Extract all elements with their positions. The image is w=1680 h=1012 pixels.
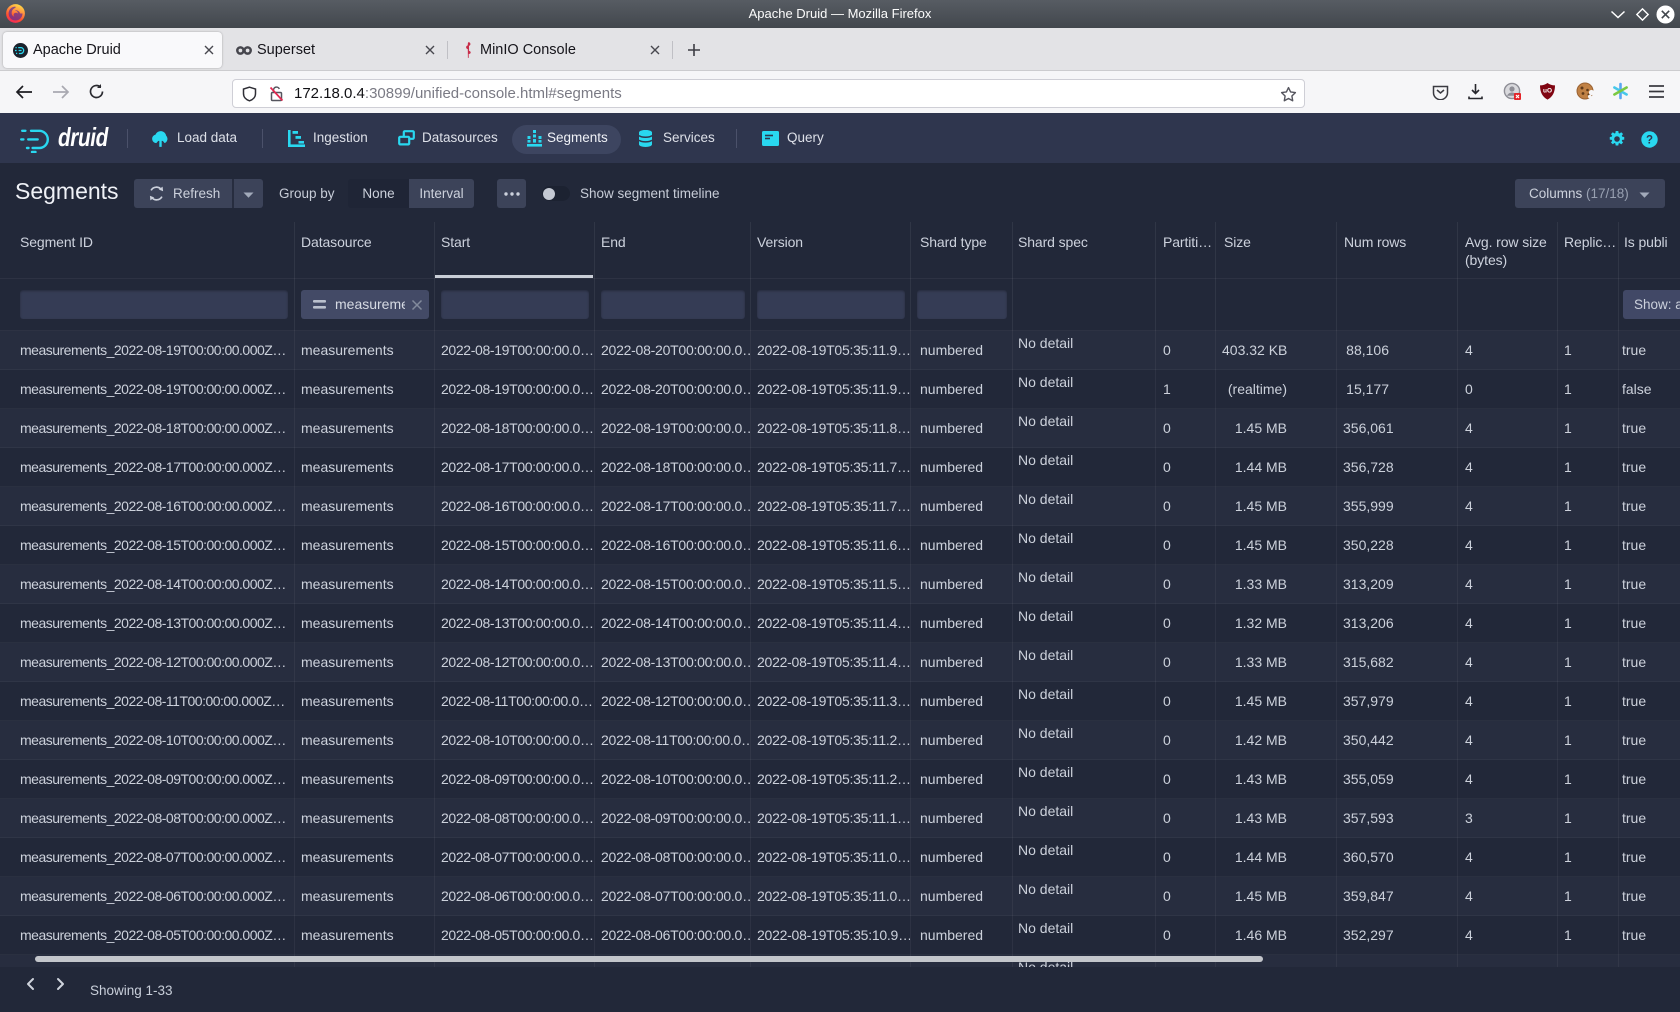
svg-text:uO: uO — [1543, 88, 1552, 95]
svg-text:?: ? — [1646, 135, 1653, 147]
